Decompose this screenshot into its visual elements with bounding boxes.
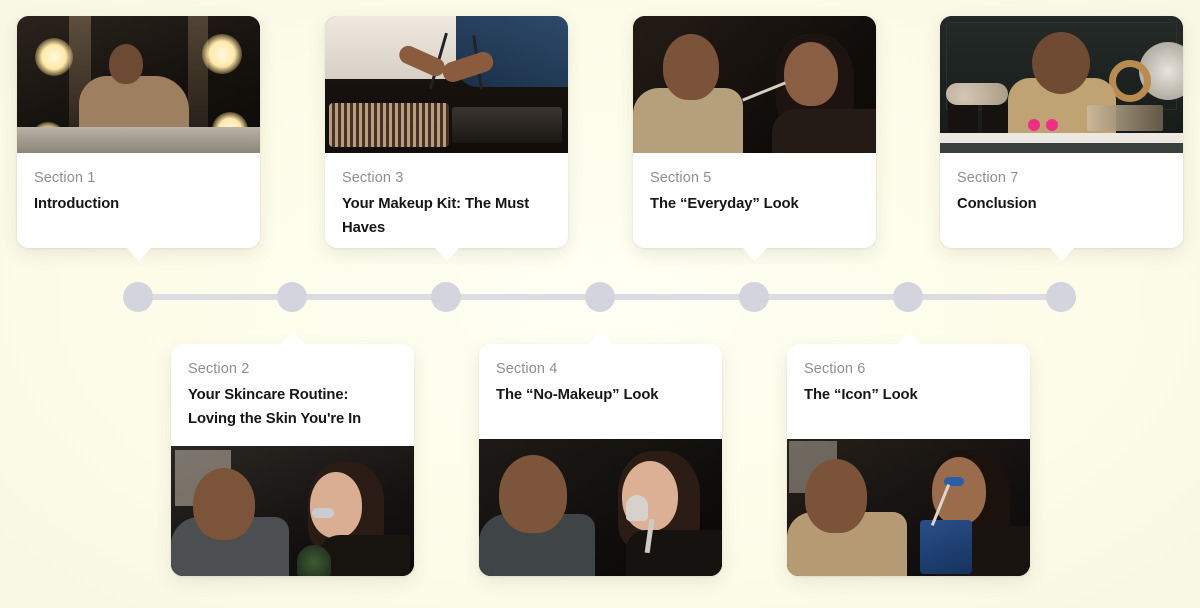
section-card-6[interactable]: Section 6 The “Icon” Look [787,331,1030,576]
timeline-canvas: Section 1 Introduction Section 2 Your Sk… [0,0,1200,608]
timeline-dot-3[interactable] [431,282,461,312]
section-card-3[interactable]: Section 3 Your Makeup Kit: The Must Have… [325,16,568,261]
thumbnail-artwork [479,439,722,576]
section-card-inner: Section 7 Conclusion [940,16,1183,248]
section-thumbnail [633,16,876,153]
card-pointer-tail [433,247,460,261]
card-pointer-tail [1048,247,1075,261]
thumbnail-artwork [325,16,568,153]
section-card-inner: Section 1 Introduction [17,16,260,248]
section-eyebrow: Section 7 [957,170,1019,186]
section-title: Your Makeup Kit: The Must Haves [342,196,530,236]
thumbnail-artwork [787,439,1030,576]
timeline-dot-7[interactable] [1046,282,1076,312]
card-pointer-tail [895,331,922,345]
section-thumbnail [479,439,722,576]
section-title: Your Skincare Routine: Loving the Skin Y… [188,387,362,427]
section-thumbnail [171,445,414,576]
timeline-dot-2[interactable] [277,282,307,312]
card-pointer-tail [587,331,614,345]
section-eyebrow: Section 3 [342,170,404,186]
section-thumbnail [787,439,1030,576]
timeline-dot-5[interactable] [739,282,769,312]
section-card-inner: Section 5 The “Everyday” Look [633,16,876,248]
section-title: The “No-Makeup” Look [496,387,659,403]
section-eyebrow: Section 6 [804,361,866,377]
section-title: Introduction [34,196,120,212]
section-text-block: Section 2 Your Skincare Routine: Loving … [171,344,414,446]
section-thumbnail [325,16,568,153]
section-card-2[interactable]: Section 2 Your Skincare Routine: Loving … [171,331,414,576]
section-text-block: Section 3 Your Makeup Kit: The Must Have… [325,153,568,248]
section-text-block: Section 6 The “Icon” Look [787,344,1030,439]
thumbnail-artwork [171,445,414,576]
section-card-inner: Section 4 The “No-Makeup” Look [479,344,722,576]
card-pointer-tail [279,331,306,345]
timeline-dot-4[interactable] [585,282,615,312]
section-eyebrow: Section 1 [34,170,96,186]
card-pointer-tail [741,247,768,261]
thumbnail-artwork [17,16,260,153]
section-card-4[interactable]: Section 4 The “No-Makeup” Look [479,331,722,576]
section-card-7[interactable]: Section 7 Conclusion [940,16,1183,261]
section-text-block: Section 7 Conclusion [940,153,1183,248]
section-text-block: Section 1 Introduction [17,153,260,248]
section-card-inner: Section 6 The “Icon” Look [787,344,1030,576]
section-title: The “Icon” Look [804,387,918,403]
section-eyebrow: Section 5 [650,170,712,186]
section-card-inner: Section 2 Your Skincare Routine: Loving … [171,344,414,576]
section-text-block: Section 5 The “Everyday” Look [633,153,876,248]
thumbnail-artwork [940,16,1183,153]
section-title: The “Everyday” Look [650,196,799,212]
timeline-dot-1[interactable] [123,282,153,312]
section-title: Conclusion [957,196,1037,212]
card-pointer-tail [125,247,152,261]
section-card-1[interactable]: Section 1 Introduction [17,16,260,261]
section-card-5[interactable]: Section 5 The “Everyday” Look [633,16,876,261]
section-card-inner: Section 3 Your Makeup Kit: The Must Have… [325,16,568,248]
section-text-block: Section 4 The “No-Makeup” Look [479,344,722,439]
timeline-dot-6[interactable] [893,282,923,312]
section-eyebrow: Section 4 [496,361,558,377]
section-thumbnail [17,16,260,153]
section-eyebrow: Section 2 [188,361,250,377]
section-thumbnail [940,16,1183,153]
thumbnail-artwork [633,16,876,153]
